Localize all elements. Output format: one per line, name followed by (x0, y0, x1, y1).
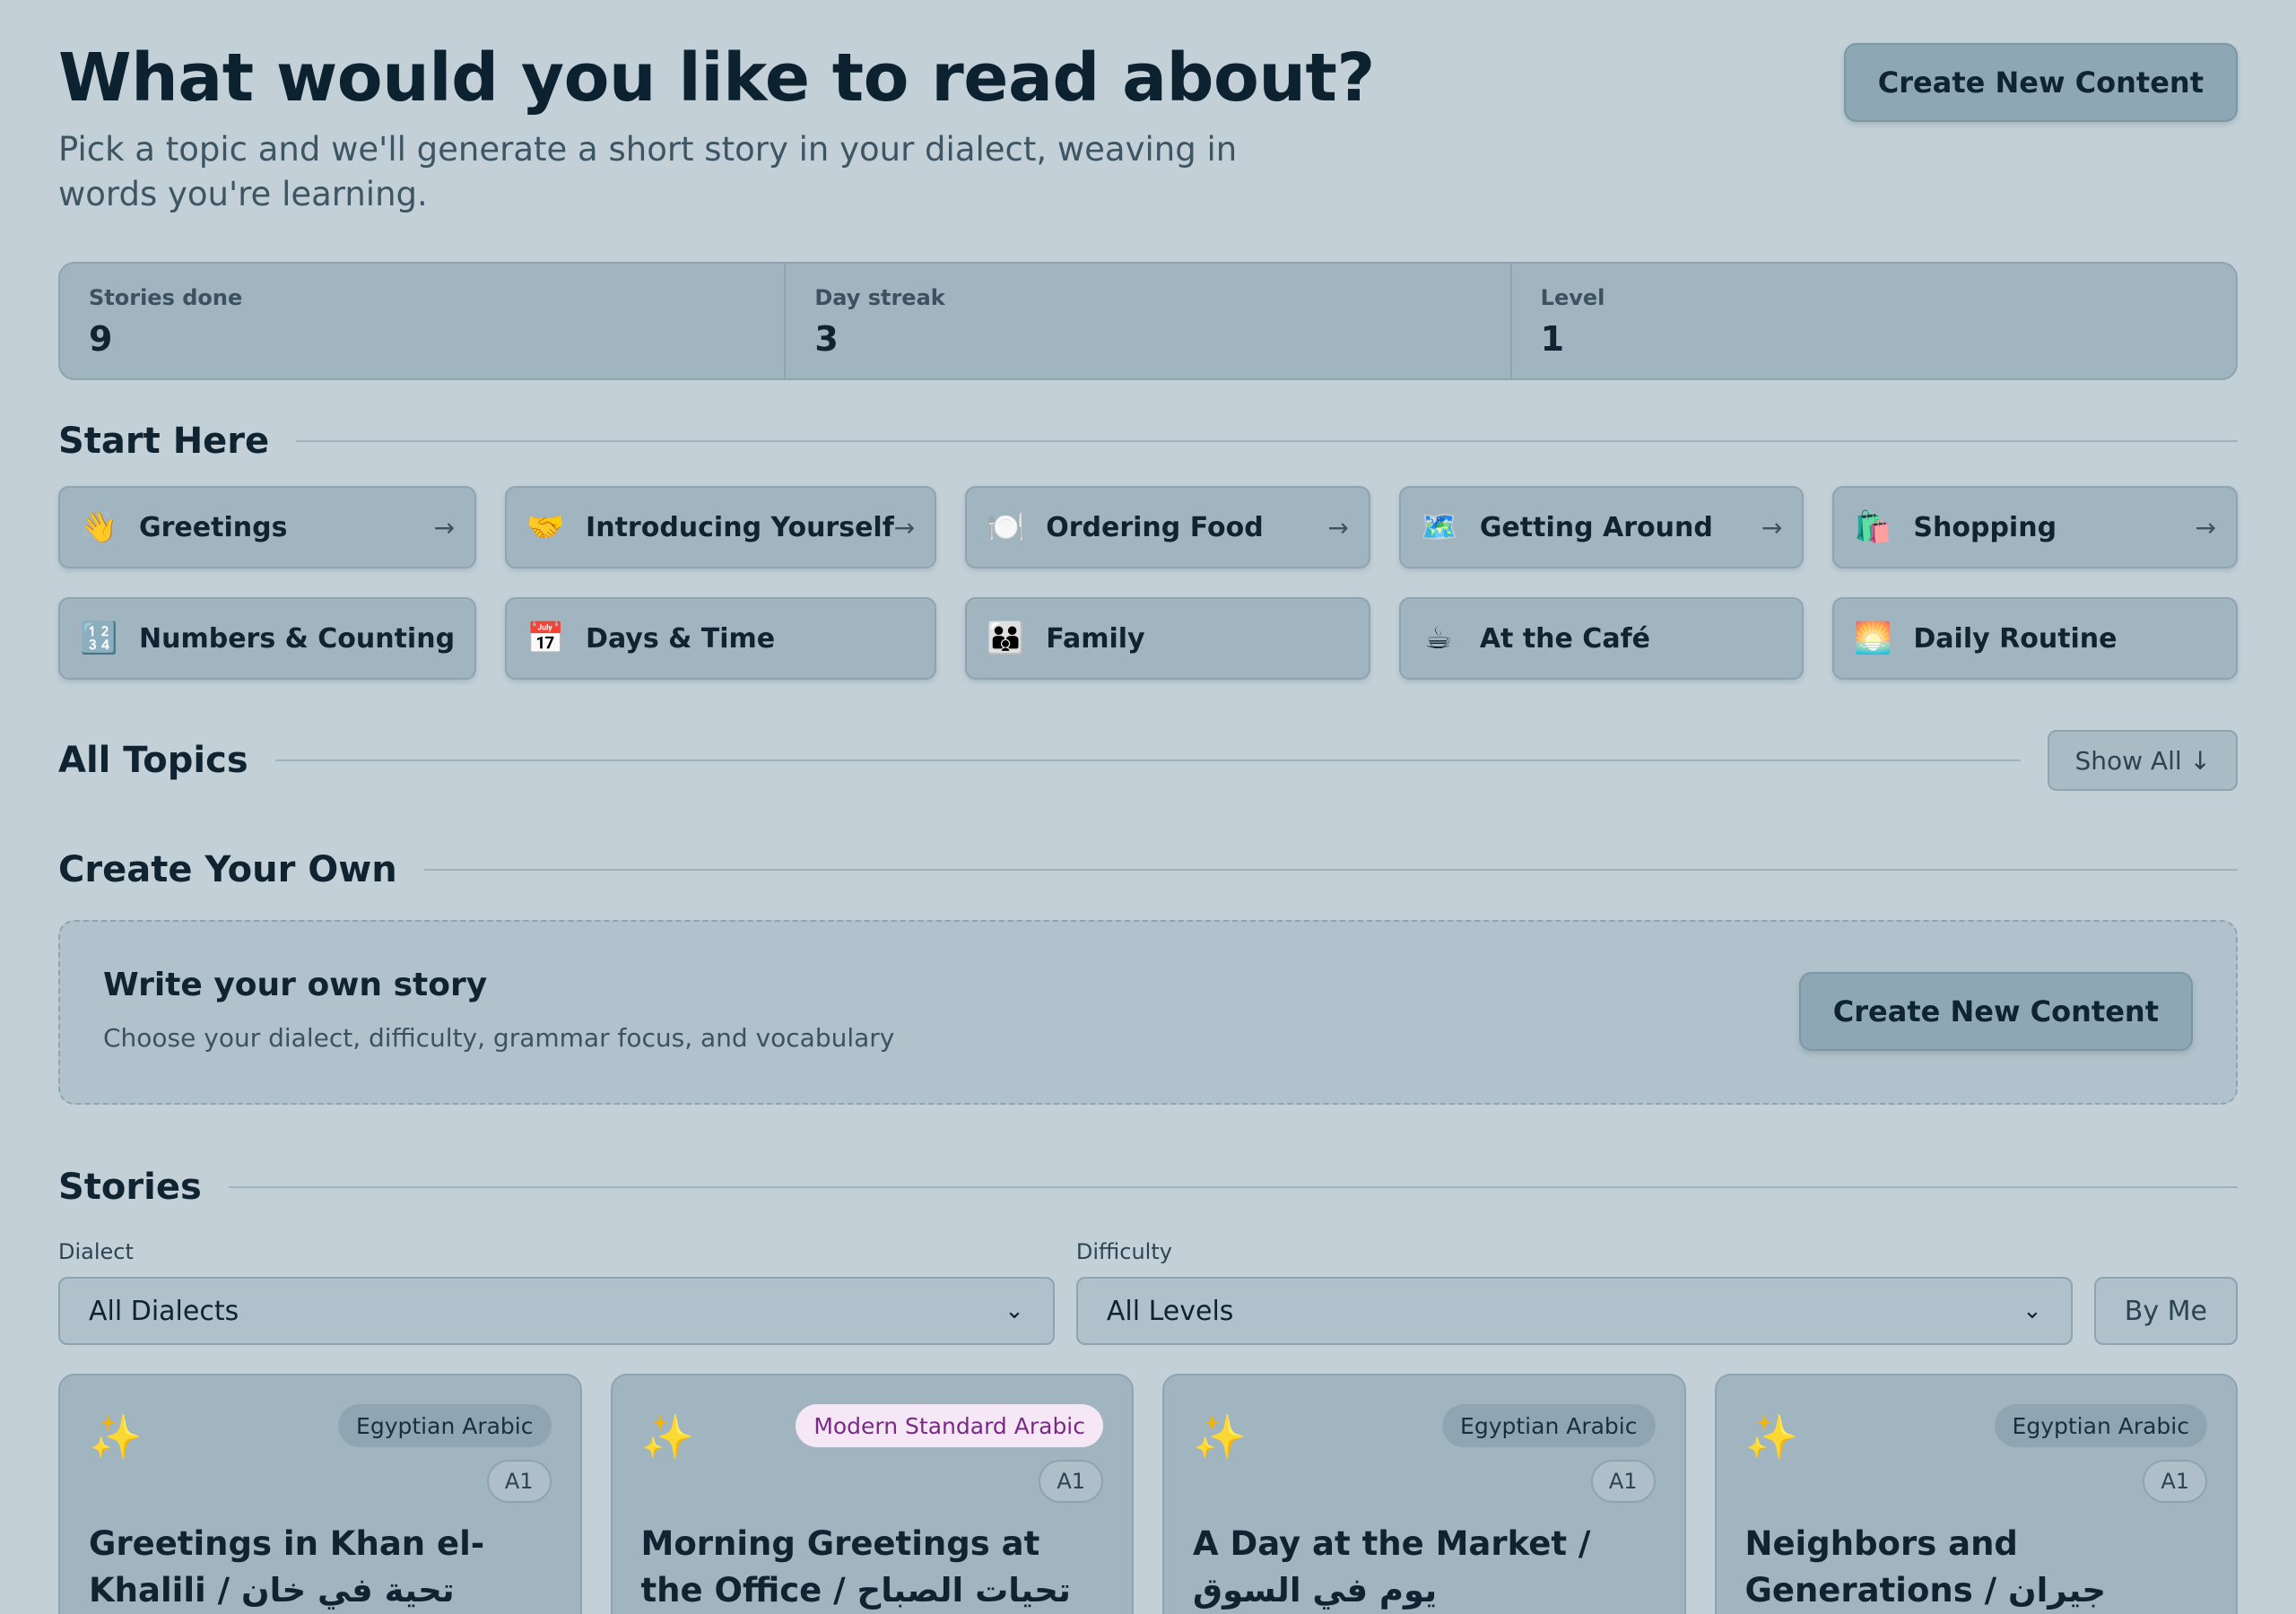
topic-card-numbers-counting[interactable]: 🔢 Numbers & Counting (58, 597, 477, 680)
arrow-right-icon: → (1327, 512, 1349, 542)
divider (274, 759, 2022, 761)
section-title-start-here: Start Here (58, 421, 270, 462)
dialect-badge: Egyptian Arabic (1442, 1404, 1656, 1447)
arrow-right-icon: → (1761, 512, 1783, 542)
waving-hand-icon: 👋 (80, 509, 118, 545)
dialect-badge: Egyptian Arabic (338, 1404, 552, 1447)
story-title: Morning Greetings at the Office / تحيات … (640, 1524, 1071, 1610)
story-title: Neighbors and Generations / جيران وأجيال (1744, 1524, 2107, 1610)
story-card[interactable]: ✨ Modern Standard Arabic A1 Morning Gree… (610, 1374, 1134, 1614)
topic-label: Introducing Yourself (586, 511, 894, 543)
all-topics-header: All Topics Show All ↓ (58, 730, 2238, 791)
stat-day-streak: Day streak 3 (786, 264, 1512, 378)
topic-card-ordering-food[interactable]: 🍽️ Ordering Food → (965, 486, 1370, 568)
topic-label: Days & Time (586, 622, 776, 655)
start-here-header: Start Here (58, 414, 2238, 468)
calendar-icon: 📅 (526, 620, 565, 656)
filter-label: Difficulty (1075, 1239, 1172, 1264)
page: What would you like to read about? Pick … (0, 0, 2296, 1614)
level-badge: A1 (2143, 1460, 2207, 1503)
handshake-icon: 🤝 (526, 509, 565, 545)
section-title-stories: Stories (58, 1167, 202, 1208)
dialect-badge: Egyptian Arabic (1994, 1404, 2207, 1447)
story-card[interactable]: ✨ Egyptian Arabic A1 Greetings in Khan e… (58, 1374, 582, 1614)
story-cards: ✨ Egyptian Arabic A1 Greetings in Khan e… (58, 1374, 2238, 1614)
arrow-right-icon: → (893, 512, 916, 542)
page-subtitle: Pick a topic and we'll generate a short … (58, 130, 1238, 213)
topic-label: Shopping (1913, 511, 2057, 543)
topic-label: At the Café (1479, 622, 1650, 655)
topic-card-introducing-yourself[interactable]: 🤝 Introducing Yourself → (505, 486, 937, 568)
difficulty-select[interactable]: All Levels ⌄ (1075, 1277, 2073, 1345)
arrow-right-icon: → (433, 512, 456, 542)
stat-value: 1 (1540, 319, 1565, 359)
topic-card-greetings[interactable]: 👋 Greetings → (58, 486, 477, 568)
story-filters: Dialect All Dialects ⌄ Difficulty All Le… (58, 1239, 2238, 1345)
stories-header: Stories (58, 1160, 2238, 1214)
story-title: A Day at the Market / يوم في السوق (1193, 1524, 1591, 1610)
plate-icon: 🍽️ (987, 509, 1025, 545)
topic-card-at-the-cafe[interactable]: ☕ At the Café (1398, 597, 1805, 680)
create-own-header: Create Your Own (58, 843, 2238, 897)
page-title: What would you like to read about? (58, 39, 1375, 117)
family-icon: 👪 (987, 620, 1025, 656)
level-badge: A1 (1590, 1460, 1656, 1503)
sparkles-icon: ✨ (1193, 1412, 1247, 1462)
stat-level: Level 1 (1512, 264, 2236, 378)
show-all-button[interactable]: Show All ↓ (2048, 730, 2238, 791)
stats-bar: Stories done 9 Day streak 3 Level 1 (58, 262, 2238, 380)
difficulty-filter: Difficulty All Levels ⌄ (1075, 1239, 2073, 1345)
map-icon: 🗺️ (1420, 509, 1459, 545)
sparkles-icon: ✨ (640, 1412, 695, 1462)
story-card[interactable]: ✨ Egyptian Arabic A1 Neighbors and Gener… (1714, 1374, 2238, 1614)
topic-label: Ordering Food (1046, 511, 1264, 543)
create-new-content-button[interactable]: Create New Content (1843, 43, 2238, 122)
section-title-all-topics: All Topics (58, 740, 248, 781)
topic-card-getting-around[interactable]: 🗺️ Getting Around → (1398, 486, 1805, 568)
by-me-button[interactable]: By Me (2093, 1277, 2238, 1345)
topic-label: Daily Routine (1913, 622, 2118, 655)
select-value: All Dialects (89, 1295, 239, 1327)
create-new-content-button-secondary[interactable]: Create New Content (1798, 972, 2193, 1051)
divider (228, 1186, 2238, 1188)
stat-value: 3 (814, 319, 839, 359)
stat-label: Day streak (814, 285, 945, 310)
chevron-down-icon: ⌄ (1004, 1297, 1024, 1324)
story-title: Greetings in Khan el-Khalili / تحية في خ… (89, 1524, 485, 1610)
arrow-right-icon: → (2195, 512, 2216, 542)
stat-label: Stories done (89, 285, 243, 310)
topic-label: Greetings (139, 511, 288, 543)
select-value: All Levels (1106, 1295, 1234, 1327)
stat-value: 9 (89, 319, 113, 359)
section-title-create-your-own: Create Your Own (58, 849, 397, 890)
topic-card-shopping[interactable]: 🛍️ Shopping → (1832, 486, 2238, 568)
sparkles-icon: ✨ (89, 1412, 143, 1462)
divider (423, 869, 2238, 871)
level-badge: A1 (1039, 1460, 1103, 1503)
filter-label: Dialect (58, 1239, 134, 1264)
coffee-icon: ☕ (1424, 620, 1453, 656)
sparkles-icon: ✨ (1744, 1412, 1799, 1462)
start-here-topics: 👋 Greetings → 🤝 Introducing Yourself → 🍽… (58, 486, 2238, 680)
dialect-badge: Modern Standard Arabic (796, 1404, 1103, 1447)
create-own-box: Write your own story Choose your dialect… (58, 920, 2238, 1105)
topic-card-daily-routine[interactable]: 🌅 Daily Routine (1832, 597, 2238, 680)
story-card[interactable]: ✨ Egyptian Arabic A1 A Day at the Market… (1162, 1374, 1686, 1614)
stat-stories-done: Stories done 9 (60, 264, 787, 378)
header: What would you like to read about? Pick … (58, 0, 2238, 262)
chevron-down-icon: ⌄ (2022, 1297, 2042, 1324)
topic-card-days-time[interactable]: 📅 Days & Time (505, 597, 937, 680)
dialect-select[interactable]: All Dialects ⌄ (58, 1277, 1055, 1345)
sunrise-icon: 🌅 (1854, 620, 1892, 656)
dialect-filter: Dialect All Dialects ⌄ (58, 1239, 1055, 1345)
topic-label: Getting Around (1479, 511, 1713, 543)
topic-card-family[interactable]: 👪 Family (965, 597, 1370, 680)
divider (296, 440, 2238, 442)
numbers-icon: 🔢 (80, 620, 118, 656)
shopping-bags-icon: 🛍️ (1854, 509, 1892, 545)
level-badge: A1 (486, 1460, 552, 1503)
topic-label: Numbers & Counting (139, 622, 456, 655)
stat-label: Level (1540, 285, 1605, 310)
topic-label: Family (1046, 622, 1145, 655)
